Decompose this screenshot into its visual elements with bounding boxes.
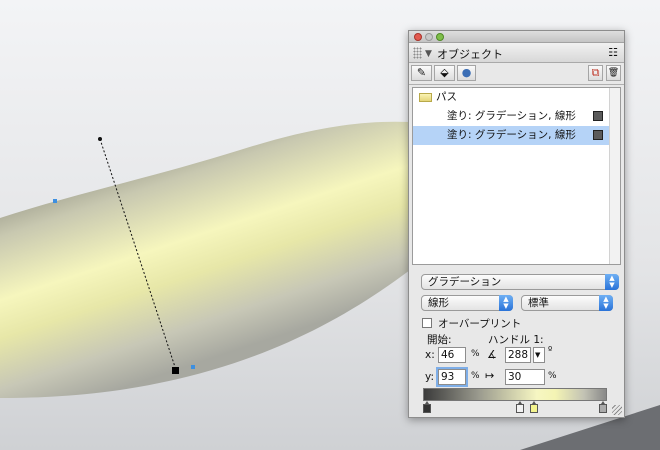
list-item-label: 塗り: グラデーション, 線形 [447,129,576,141]
pen-icon: ✎ [416,66,427,79]
list-item-path[interactable]: パス [413,88,615,107]
percent-label: % [471,349,480,359]
chevron-updown-icon: ▲ ▼ [605,274,619,290]
fill-swatch-icon[interactable] [593,111,603,121]
fill-type-value: グラデーション [428,276,502,288]
attribute-list[interactable]: パス 塗り: グラデーション, 線形 塗り: グラデーション, 線形 [412,87,621,265]
percent-label: % [548,371,557,381]
panel-toolbar: ✎ ⬙ ● ⧉ 🗑 [409,63,624,85]
angle-field[interactable]: 288 [505,347,531,363]
disclosure-triangle-icon[interactable]: ▼ [425,49,432,59]
angle-icon: ∡ [487,348,497,361]
grip-icon[interactable] [413,47,422,59]
chevron-updown-icon: ▲ ▼ [499,295,513,311]
gradient-stop[interactable] [599,401,607,413]
arrow-down-icon: ▼ [535,351,541,359]
x-label: x: [425,349,435,361]
anchor-point[interactable] [53,199,57,203]
anchor-point[interactable] [191,365,195,369]
overprint-checkbox[interactable] [422,318,432,328]
list-item-fill-selected[interactable]: 塗り: グラデーション, 線形 [413,126,609,145]
overprint-label: オーバープリント [438,318,522,330]
panel-title: オブジェクト [437,48,503,61]
chevron-updown-icon: ▲ ▼ [599,295,613,311]
panel-titlebar[interactable] [409,31,624,43]
gradient-ramp[interactable] [423,388,607,401]
list-scrollbar[interactable] [609,88,620,264]
length-icon: ↦ [485,369,495,382]
duplicate-button[interactable]: ⧉ [588,65,603,81]
percent-label: % [471,371,480,381]
blend-mode-select[interactable]: 標準 ▲ ▼ [521,295,613,311]
length-field[interactable]: 30 [505,369,545,385]
gradient-stop[interactable] [516,401,524,413]
effect-globe-icon: ● [461,66,472,79]
delete-button[interactable]: 🗑 [606,65,621,81]
gradient-stop[interactable] [423,401,431,413]
add-effect-button[interactable]: ● [457,65,476,81]
duplicate-icon: ⧉ [591,66,600,79]
paint-bucket-icon: ⬙ [440,66,449,79]
gradient-type-value: 線形 [428,297,449,309]
list-item-label: パス [436,91,457,103]
start-label: 開始: [427,334,452,346]
y-label: y: [425,371,434,383]
add-fill-button[interactable]: ⬙ [434,65,455,81]
gradient-handle-start[interactable] [98,137,102,141]
start-y-field[interactable]: 93 [438,369,466,385]
degree-label: º [548,346,553,356]
gradient-stop[interactable] [530,401,538,413]
zoom-button[interactable] [436,33,444,41]
angle-dropdown-button[interactable]: ▼ [533,347,545,363]
gradient-handle-end[interactable] [172,367,179,374]
object-panel[interactable]: ▼ オブジェクト ☷ ✎ ⬙ ● ⧉ 🗑 パス 塗り: グラデーション, 線形 … [408,30,625,418]
resize-grip-icon[interactable] [612,405,622,415]
list-item-label: 塗り: グラデーション, 線形 [447,110,576,122]
close-button[interactable] [414,33,422,41]
panel-header: ▼ オブジェクト ☷ [409,43,624,63]
start-x-field[interactable]: 46 [438,347,466,363]
add-stroke-button[interactable]: ✎ [411,65,432,81]
blend-mode-value: 標準 [528,297,549,309]
fill-swatch-icon[interactable] [593,130,603,140]
minimize-button[interactable] [425,33,433,41]
fill-type-select[interactable]: グラデーション ▲ ▼ [421,274,619,290]
panel-menu-icon[interactable]: ☷ [608,46,618,59]
list-item-fill[interactable]: 塗り: グラデーション, 線形 [413,107,609,126]
handle-label: ハンドル 1: [488,334,544,346]
folder-icon [419,92,432,102]
trash-icon: 🗑 [607,68,620,78]
gradient-type-select[interactable]: 線形 ▲ ▼ [421,295,513,311]
